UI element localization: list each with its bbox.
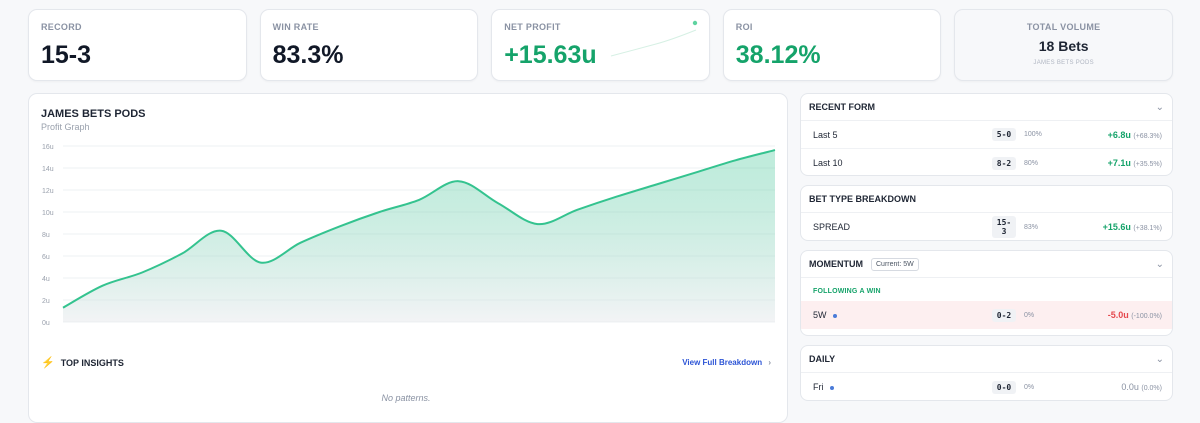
profit-chart: 16u 14u 12u 10u 8u 6u 4u 2u 0u: [42, 144, 776, 327]
bet-type-header: BET TYPE BREAKDOWN: [801, 186, 1172, 213]
roi-label: ROI: [735, 22, 753, 32]
no-patterns-text: No patterns.: [381, 393, 431, 403]
list-item: Last 10 8-2 80% +7.1u (+35.5%): [801, 149, 1172, 175]
list-item: Fri 0-0 0% 0.0u (0.0%): [801, 373, 1172, 400]
row-pct: 0%: [1024, 383, 1035, 391]
win-rate-value: 83.3%: [272, 41, 344, 69]
list-item: 5W 0-2 0% -5.0u (-100.0%): [801, 301, 1172, 329]
record-value: 15-3: [41, 41, 92, 69]
roi-value: 38.12%: [735, 41, 821, 69]
row-name: Last 5: [813, 129, 838, 140]
chevron-down-icon[interactable]: ⌄: [1156, 102, 1164, 113]
y-tick-label: 10u: [42, 210, 54, 217]
bet-type-title: BET TYPE BREAKDOWN: [809, 194, 917, 204]
chevron-down-icon[interactable]: ⌄: [1156, 259, 1164, 270]
view-full-breakdown-link[interactable]: View Full Breakdown ›: [682, 358, 771, 367]
row-pct: 0%: [1024, 311, 1035, 319]
chevron-right-icon: ›: [768, 358, 771, 367]
recent-form-rows: Last 5 5-0 100% +6.8u (+68.3%) Last 10 8…: [801, 121, 1172, 175]
row-name: 5W: [813, 310, 992, 320]
chevron-down-icon[interactable]: ⌄: [1156, 354, 1164, 365]
row-record: 15-3: [992, 216, 1016, 238]
record-label: RECORD: [41, 22, 82, 32]
row-units-value: +7.1u: [1107, 158, 1131, 168]
row-units: +6.8u (+68.3%): [1066, 130, 1162, 140]
row-units: +7.1u (+35.5%): [1066, 158, 1162, 168]
row-pct: 100%: [1024, 131, 1042, 138]
y-tick-label: 6u: [42, 254, 50, 261]
total-volume-card: TOTAL VOLUME 18 Bets JAMES BETS PODS: [954, 9, 1173, 81]
row-record: 0-0: [992, 380, 1016, 394]
total-volume-label: TOTAL VOLUME: [1026, 22, 1101, 32]
momentum-title: MOMENTUM: [809, 259, 863, 269]
y-tick-label: 4u: [42, 276, 50, 283]
row-units-value: -5.0u: [1107, 310, 1129, 320]
daily-panel: DAILY ⌄ Fri 0-0 0% 0.0u (0.0%): [800, 345, 1173, 401]
row-units: -5.0u (-100.0%): [1066, 310, 1162, 320]
list-item: SPREAD 15-3 83% +15.6u (+38.1%): [801, 213, 1172, 240]
y-tick-label: 16u: [42, 144, 54, 151]
record-card: RECORD 15-3: [28, 9, 247, 81]
row-units-value: +15.6u: [1102, 222, 1131, 232]
daily-header[interactable]: DAILY ⌄: [801, 346, 1172, 373]
profit-area: [63, 150, 775, 322]
total-volume-value: 18 Bets: [1038, 38, 1089, 54]
row-units-value: +6.8u: [1107, 129, 1131, 140]
row-roi: (+38.1%): [1133, 225, 1162, 232]
sidebar: RECENT FORM ⌄ Last 5 5-0 100% +6.8u (+68…: [800, 93, 1173, 410]
recent-form-header[interactable]: RECENT FORM ⌄: [801, 94, 1172, 121]
y-tick-label: 0u: [42, 320, 50, 327]
graph-title: JAMES BETS PODS: [41, 108, 146, 120]
row-name: Last 10: [813, 158, 843, 168]
win-rate-label: WIN RATE: [272, 22, 319, 32]
dot-icon: [829, 385, 834, 390]
row-units: 0.0u (0.0%): [1066, 382, 1162, 392]
y-tick-label: 2u: [42, 298, 50, 305]
momentum-badge: Current: 5W: [871, 257, 919, 271]
recent-form-title: RECENT FORM: [809, 102, 875, 112]
y-tick-label: 14u: [42, 166, 54, 173]
row-name: SPREAD: [813, 222, 851, 232]
dot-icon: [832, 313, 837, 318]
bet-type-panel: BET TYPE BREAKDOWN SPREAD 15-3 83% +15.6…: [800, 185, 1173, 241]
momentum-header[interactable]: MOMENTUM Current: 5W ⌄: [801, 251, 1172, 278]
win-rate-card: WIN RATE 83.3%: [259, 9, 479, 81]
y-tick-label: 12u: [42, 188, 54, 195]
profit-graph-card: JAMES BETS PODS Profit Graph 16u 14u 12u 10…: [28, 93, 788, 423]
row-name-text: 5W: [813, 310, 827, 320]
list-item: Last 5 5-0 100% +6.8u (+68.3%): [801, 121, 1172, 149]
row-roi: (-100.0%): [1131, 313, 1162, 320]
stats-bar: RECORD 15-3 WIN RATE 83.3% NET PROFIT +1…: [28, 9, 1173, 81]
daily-title: DAILY: [809, 354, 836, 364]
momentum-panel: MOMENTUM Current: 5W ⌄ FOLLOWING A WIN 5…: [800, 250, 1173, 336]
row-name: Fri: [813, 382, 992, 392]
insights-title: TOP INSIGHTS: [60, 357, 124, 368]
view-full-breakdown-label: View Full Breakdown: [682, 358, 763, 367]
row-record: 0-2: [992, 308, 1016, 322]
net-profit-card: NET PROFIT +15.63u: [491, 9, 710, 81]
y-tick-label: 8u: [42, 232, 50, 239]
row-record: 8-2: [992, 156, 1016, 170]
top-insights: ⚡ TOP INSIGHTS View Full Breakdown › No …: [41, 356, 771, 403]
graph-subtitle: Profit Graph: [41, 122, 90, 132]
momentum-section-label: FOLLOWING A WIN: [813, 288, 881, 295]
row-roi: (0.0%): [1141, 385, 1162, 392]
row-roi: (+68.3%): [1133, 132, 1162, 140]
lightning-icon: ⚡: [41, 357, 55, 369]
net-profit-sparkline: [610, 20, 697, 57]
row-roi: (+35.5%): [1133, 161, 1162, 168]
sparkline-dot: [692, 20, 697, 26]
row-pct: 80%: [1024, 159, 1039, 167]
row-units-value: 0.0u: [1121, 382, 1139, 392]
row-name-text: Fri: [813, 382, 824, 392]
row-record: 5-0: [992, 128, 1016, 141]
recent-form-panel: RECENT FORM ⌄ Last 5 5-0 100% +6.8u (+68…: [800, 93, 1173, 176]
total-volume-sub: JAMES BETS PODS: [1033, 60, 1094, 66]
row-pct: 83%: [1024, 223, 1039, 231]
row-units: +15.6u (+38.1%): [1066, 222, 1162, 232]
roi-card: ROI 38.12%: [722, 9, 942, 81]
